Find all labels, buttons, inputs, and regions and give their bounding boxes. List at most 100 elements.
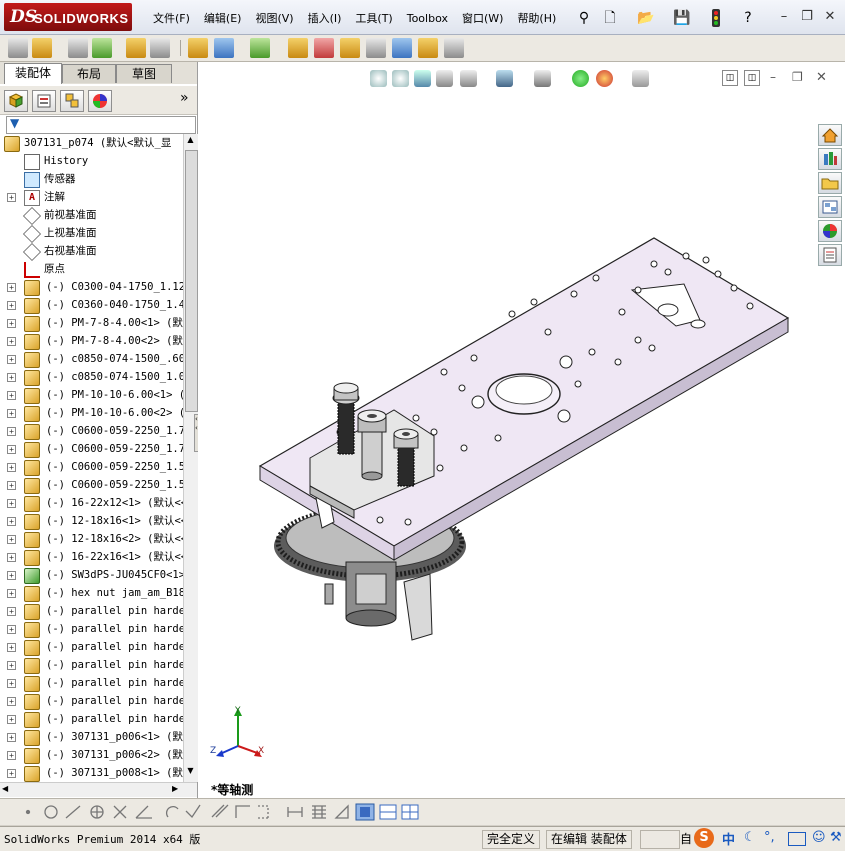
solidworks-resources-icon[interactable]: [818, 124, 842, 146]
scroll-right-icon[interactable]: ▶: [172, 784, 178, 793]
feature-manager-icon[interactable]: [4, 90, 28, 112]
user-icon[interactable]: ☺: [812, 830, 826, 845]
appearances-icon[interactable]: [818, 220, 842, 242]
tab-sketch[interactable]: 草图: [116, 64, 172, 83]
file-explorer-icon[interactable]: [818, 172, 842, 194]
tree-item[interactable]: + (-) c0850-074-1500_1.00: [0, 368, 183, 386]
menu-help[interactable]: 帮助(H): [510, 9, 563, 29]
tree-item[interactable]: + (-) C0300-04-1750_1.125: [0, 278, 183, 296]
expand-toggle-icon[interactable]: +: [7, 481, 16, 490]
tree-item[interactable]: + (-) C0600-059-2250_1.50: [0, 458, 183, 476]
expand-toggle-icon[interactable]: +: [7, 661, 16, 670]
tree-item[interactable]: + (-) PM-7-8-4.00<1> (默认: [0, 314, 183, 332]
expand-toggle-icon[interactable]: +: [7, 517, 16, 526]
menu-insert[interactable]: 插入(I): [301, 9, 349, 29]
mate-icon[interactable]: [68, 38, 88, 58]
new-motion-study-icon[interactable]: [288, 38, 308, 58]
tree-item[interactable]: 上视基准面: [0, 224, 183, 244]
menu-view[interactable]: 视图(V): [248, 9, 300, 29]
expand-toggle-icon[interactable]: +: [7, 553, 16, 562]
expand-toggle-icon[interactable]: +: [7, 391, 16, 400]
tab-layout[interactable]: 布局: [62, 64, 116, 83]
expand-toggle-icon[interactable]: +: [7, 373, 16, 382]
expand-toggle-icon[interactable]: +: [7, 301, 16, 310]
expand-toggle-icon[interactable]: +: [7, 679, 16, 688]
pin-icon[interactable]: ⚲: [574, 8, 594, 28]
tree-item[interactable]: + (-) 307131_p006<2> (默认: [0, 746, 183, 764]
linear-pattern-icon[interactable]: [92, 38, 112, 58]
menu-toolbox[interactable]: Toolbox: [400, 9, 455, 29]
expand-toggle-icon[interactable]: +: [7, 571, 16, 580]
tree-item[interactable]: + (-) 12-18x16<1> (默认<<: [0, 512, 183, 530]
scroll-thumb[interactable]: [185, 150, 198, 412]
scroll-up-icon[interactable]: ▲: [185, 135, 196, 147]
assembly-model[interactable]: [198, 62, 845, 798]
expand-toggle-icon[interactable]: +: [7, 607, 16, 616]
display-manager-icon[interactable]: [88, 90, 112, 112]
explode-line-sketch-icon[interactable]: [366, 38, 386, 58]
tab-assembly[interactable]: 装配体: [4, 63, 62, 84]
filter-icon[interactable]: ▼: [10, 116, 19, 130]
expand-toggle-icon[interactable]: +: [7, 751, 16, 760]
expand-toggle-icon[interactable]: +: [7, 499, 16, 508]
expand-toggle-icon[interactable]: +: [7, 193, 16, 202]
expand-toggle-icon[interactable]: +: [7, 643, 16, 652]
tree-item[interactable]: + (-) 307131_p006<1> (默认: [0, 728, 183, 746]
tree-item[interactable]: + (-) c0850-074-1500_.606: [0, 350, 183, 368]
expand-toggle-icon[interactable]: +: [7, 427, 16, 436]
solidworks-logo[interactable]: DS SOLIDWORKS: [4, 3, 132, 31]
save-icon[interactable]: 💾: [672, 8, 692, 28]
property-manager-icon[interactable]: [32, 90, 56, 112]
expand-toggle-icon[interactable]: +: [7, 769, 16, 778]
expand-toggle-icon[interactable]: +: [7, 733, 16, 742]
smart-fasteners-icon[interactable]: [126, 38, 146, 58]
sogou-ime-icon[interactable]: S: [694, 828, 714, 848]
expand-toggle-icon[interactable]: +: [7, 319, 16, 328]
configuration-manager-icon[interactable]: [60, 90, 84, 112]
tree-item[interactable]: + (-) 307131_p008<1> (默认: [0, 764, 183, 782]
tree-item[interactable]: + A 注解: [0, 188, 183, 206]
tree-item[interactable]: + (-) C0600-059-2250_1.50: [0, 476, 183, 494]
exploded-view-icon[interactable]: [340, 38, 360, 58]
tree-item[interactable]: + (-) parallel pin harden: [0, 710, 183, 728]
move-component-icon[interactable]: [150, 38, 170, 58]
menu-file[interactable]: 文件(F): [146, 9, 197, 29]
tree-item[interactable]: 前视基准面: [0, 206, 183, 226]
tree-item[interactable]: + (-) 16-22x16<1> (默认<<: [0, 548, 183, 566]
minimize-icon[interactable]: –: [774, 8, 794, 26]
tree-item[interactable]: 原点: [0, 260, 183, 278]
tree-item[interactable]: + (-) SW3dPS-JU045CF0<1>: [0, 566, 183, 584]
tree-filter[interactable]: ▼: [6, 116, 196, 134]
tree-horizontal-scrollbar[interactable]: ◀ ▶: [0, 782, 197, 797]
expand-toggle-icon[interactable]: +: [7, 283, 16, 292]
tree-vertical-scrollbar[interactable]: ▲ ▼: [183, 134, 198, 782]
show-hidden-icon[interactable]: [188, 38, 208, 58]
tree-item[interactable]: 传感器: [0, 170, 183, 188]
tree-item[interactable]: + (-) parallel pin harden: [0, 656, 183, 674]
tree-item[interactable]: + (-) PM-10-10-6.00<2> (: [0, 404, 183, 422]
restore-icon[interactable]: ❐: [797, 8, 817, 26]
tree-item[interactable]: + (-) parallel pin harden: [0, 602, 183, 620]
insert-components-icon[interactable]: [32, 38, 52, 58]
expand-toggle-icon[interactable]: +: [7, 445, 16, 454]
tree-root[interactable]: 307131_p074 (默认<默认_显: [0, 134, 183, 152]
edit-component-icon[interactable]: [8, 38, 28, 58]
punctuation-icon[interactable]: °,: [764, 830, 775, 845]
moon-icon[interactable]: ☾: [744, 830, 756, 845]
tree-item[interactable]: History: [0, 152, 183, 170]
keyboard-icon[interactable]: [788, 832, 806, 846]
custom-properties-icon[interactable]: [818, 244, 842, 266]
tree-item[interactable]: + (-) C0600-059-2250_1.75: [0, 422, 183, 440]
open-folder-icon[interactable]: 📂: [636, 8, 656, 28]
assembly-features-icon[interactable]: [214, 38, 234, 58]
tree-item[interactable]: + (-) C0600-059-2250_1.75: [0, 440, 183, 458]
tree-item[interactable]: 右视基准面: [0, 242, 183, 262]
view-palette-icon[interactable]: [818, 196, 842, 218]
scroll-down-icon[interactable]: ▼: [185, 766, 196, 778]
tree-item[interactable]: + (-) PM-10-10-6.00<1> (: [0, 386, 183, 404]
expand-toggle-icon[interactable]: +: [7, 715, 16, 724]
expand-toggle-icon[interactable]: +: [7, 625, 16, 634]
tree-item[interactable]: + (-) PM-7-8-4.00<2> (默认: [0, 332, 183, 350]
hole-alignment-icon[interactable]: [444, 38, 464, 58]
expand-panel-icon[interactable]: »: [180, 90, 189, 106]
